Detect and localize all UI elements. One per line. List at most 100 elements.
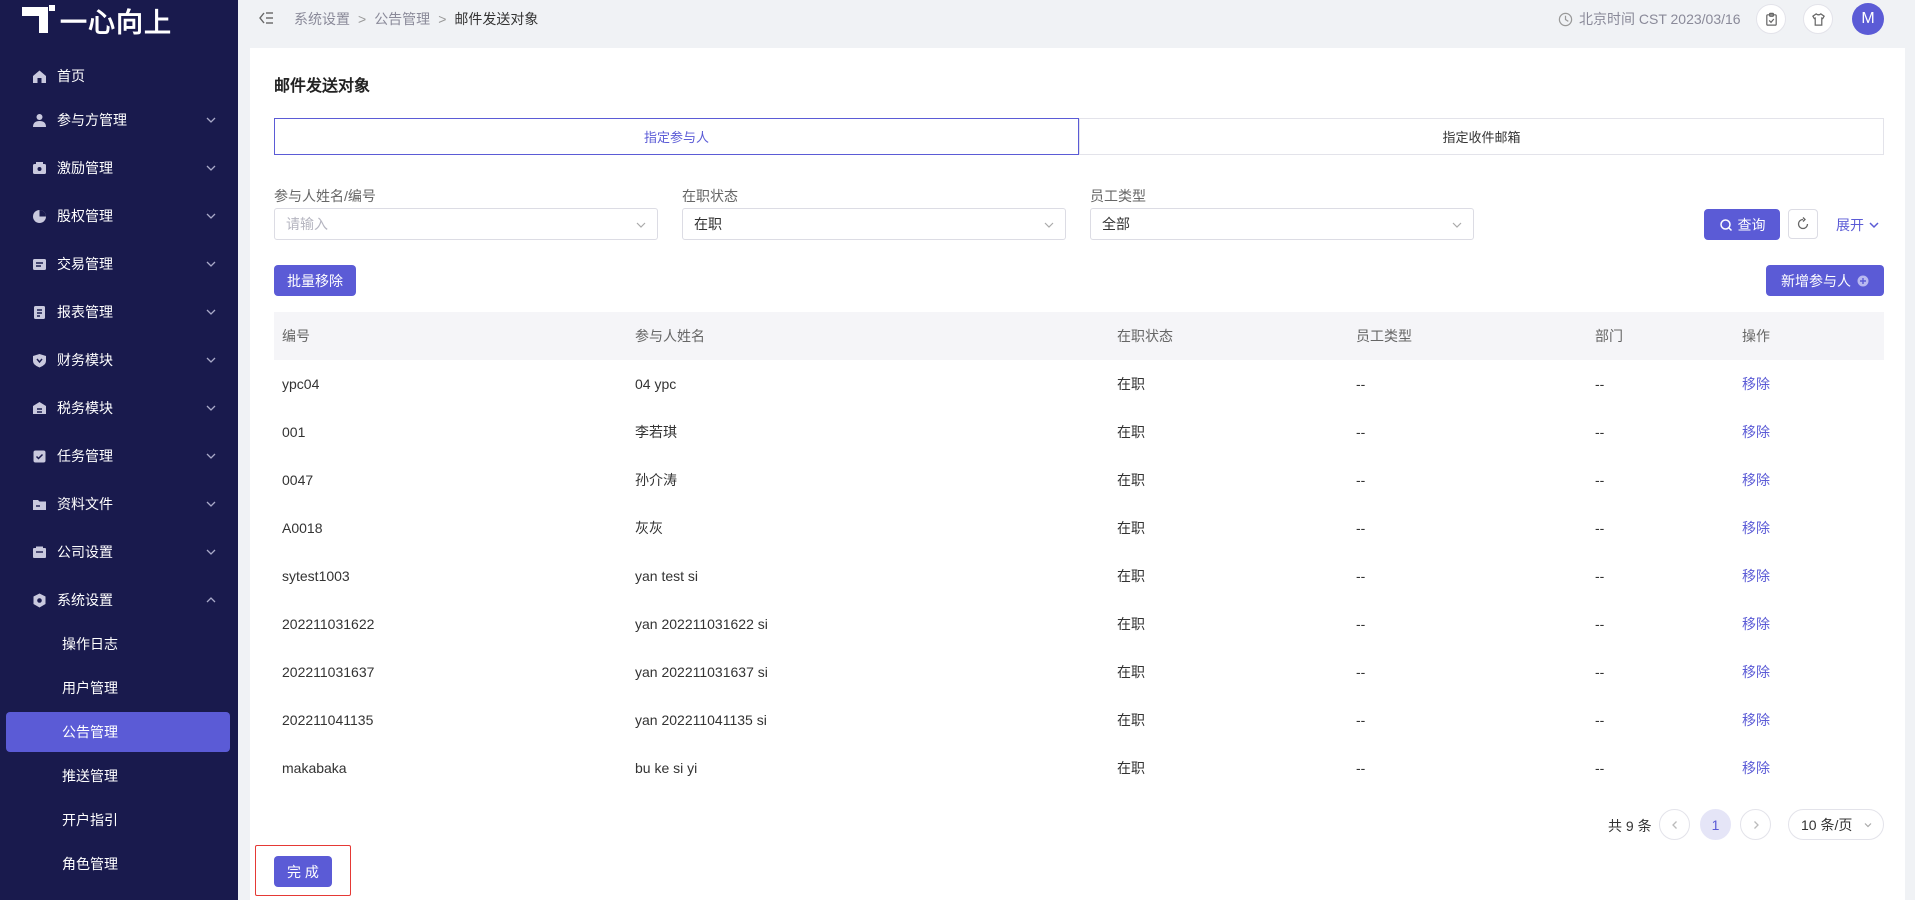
table-cell: 在职 bbox=[1117, 424, 1145, 440]
query-button[interactable]: 查询 bbox=[1704, 209, 1780, 240]
tab-specified-participants[interactable]: 指定参与人 bbox=[274, 118, 1079, 155]
logo-text: 一心向上 bbox=[60, 7, 172, 39]
chevron-right-icon bbox=[1753, 820, 1759, 829]
equity-icon bbox=[31, 208, 48, 225]
clipboard-button[interactable] bbox=[1756, 4, 1786, 34]
sidebar-item-2[interactable]: 激励管理 bbox=[0, 148, 238, 188]
page-number-current[interactable]: 1 bbox=[1700, 809, 1731, 840]
sidebar-item-label: 报表管理 bbox=[57, 304, 113, 320]
employee-type-select[interactable]: 全部 bbox=[1090, 208, 1474, 240]
query-button-label: 查询 bbox=[1737, 216, 1766, 233]
employee-type-value: 全部 bbox=[1102, 216, 1130, 232]
sidebar-item-label: 交易管理 bbox=[57, 256, 113, 272]
sidebar-item-6[interactable]: 财务模块 bbox=[0, 340, 238, 380]
table-cell: 李若琪 bbox=[635, 424, 677, 440]
next-page-button[interactable] bbox=[1740, 809, 1771, 840]
table-row: 202211041135 yan 202211041135 si 在职 -- -- 移除 bbox=[274, 696, 1884, 744]
remove-link[interactable]: 移除 bbox=[1734, 518, 1884, 538]
sidebar-item-10[interactable]: 公司设置 bbox=[0, 532, 238, 572]
sidebar-subitem-1[interactable]: 用户管理 bbox=[6, 668, 230, 708]
breadcrumb: 系统设置 > 公告管理 > 邮件发送对象 bbox=[294, 9, 538, 29]
collapse-menu-icon[interactable] bbox=[258, 10, 274, 26]
remove-link[interactable]: 移除 bbox=[1734, 758, 1884, 778]
sidebar-item-label: 财务模块 bbox=[57, 352, 113, 368]
table-cell: 在职 bbox=[1117, 712, 1145, 728]
remove-link[interactable]: 移除 bbox=[1734, 566, 1884, 586]
tab-specified-emails[interactable]: 指定收件邮箱 bbox=[1079, 118, 1884, 155]
page-size-value: 10 条/页 bbox=[1801, 816, 1853, 833]
sidebar-item-1[interactable]: 参与方管理 bbox=[0, 100, 238, 140]
sidebar-item-7[interactable]: 税务模块 bbox=[0, 388, 238, 428]
sidebar-subitem-2[interactable]: 公告管理 bbox=[6, 712, 230, 752]
table-cell: -- bbox=[1595, 568, 1605, 584]
chevron-down-icon bbox=[206, 549, 216, 555]
incentive-icon bbox=[31, 160, 48, 177]
remove-link[interactable]: 移除 bbox=[1734, 662, 1884, 682]
sidebar-item-label: 首页 bbox=[57, 68, 85, 84]
table-cell: -- bbox=[1356, 616, 1366, 632]
table-cell: -- bbox=[1595, 616, 1605, 632]
avatar[interactable]: M bbox=[1852, 3, 1884, 35]
sidebar-item-8[interactable]: 任务管理 bbox=[0, 436, 238, 476]
chevron-down-icon bbox=[206, 357, 216, 363]
table-cell: 001 bbox=[282, 424, 306, 440]
reset-button[interactable] bbox=[1788, 209, 1818, 239]
table-row: ypc04 04 ypc 在职 -- -- 移除 bbox=[274, 360, 1884, 408]
sidebar-item-11[interactable]: 系统设置 bbox=[0, 580, 238, 620]
table-cell: 202211031622 bbox=[282, 616, 375, 632]
batch-remove-button[interactable]: 批量移除 bbox=[274, 265, 356, 296]
sidebar-item-3[interactable]: 股权管理 bbox=[0, 196, 238, 236]
done-button[interactable]: 完 成 bbox=[274, 856, 332, 887]
remove-link[interactable]: 移除 bbox=[1734, 614, 1884, 634]
company-icon bbox=[31, 544, 48, 561]
table-cell: -- bbox=[1356, 760, 1366, 776]
sidebar-subitem-5[interactable]: 角色管理 bbox=[6, 844, 230, 884]
table-row: A0018 灰灰 在职 -- -- 移除 bbox=[274, 504, 1884, 552]
target-type-tabs: 指定参与人 指定收件邮箱 bbox=[274, 118, 1884, 155]
sidebar-subitem-0[interactable]: 操作日志 bbox=[6, 624, 230, 664]
sidebar-item-5[interactable]: 报表管理 bbox=[0, 292, 238, 332]
employment-status-select[interactable]: 在职 bbox=[682, 208, 1066, 240]
shirt-button[interactable] bbox=[1803, 4, 1833, 34]
add-participant-button[interactable]: 新增参与人 bbox=[1766, 265, 1884, 296]
breadcrumb-item-system[interactable]: 系统设置 bbox=[294, 9, 350, 29]
table-cell: ypc04 bbox=[282, 376, 320, 392]
chevron-down-icon bbox=[206, 405, 216, 411]
page-title: 邮件发送对象 bbox=[274, 78, 371, 95]
sidebar-subitem-4[interactable]: 开户指引 bbox=[6, 800, 230, 840]
table-cell: -- bbox=[1595, 712, 1605, 728]
filter-label-status: 在职状态 bbox=[682, 188, 738, 204]
tax-icon bbox=[31, 400, 48, 417]
remove-link[interactable]: 移除 bbox=[1734, 470, 1884, 490]
sidebar-item-label: 公司设置 bbox=[57, 544, 113, 560]
clipboard-icon bbox=[1765, 12, 1777, 26]
page-size-select[interactable]: 10 条/页 bbox=[1788, 809, 1884, 840]
participant-name-select[interactable]: 请输入 bbox=[274, 208, 658, 240]
table-cell: -- bbox=[1356, 424, 1366, 440]
remove-link[interactable]: 移除 bbox=[1734, 422, 1884, 442]
system-icon bbox=[31, 592, 48, 609]
table-cell: -- bbox=[1595, 472, 1605, 488]
participant-name-placeholder: 请输入 bbox=[286, 216, 328, 232]
table-cell: 202211041135 bbox=[282, 712, 374, 728]
filter-label-type: 员工类型 bbox=[1090, 188, 1146, 204]
breadcrumb-item-announcement[interactable]: 公告管理 bbox=[374, 9, 430, 29]
remove-link[interactable]: 移除 bbox=[1734, 374, 1884, 394]
chevron-down-icon bbox=[206, 501, 216, 507]
sidebar-item-9[interactable]: 资料文件 bbox=[0, 484, 238, 524]
chevron-down-icon bbox=[206, 309, 216, 315]
expand-filters-toggle[interactable]: 展开 bbox=[1836, 215, 1880, 235]
chevron-down-icon bbox=[636, 222, 646, 228]
table-cell: -- bbox=[1356, 376, 1366, 392]
sidebar-subitem-3[interactable]: 推送管理 bbox=[6, 756, 230, 796]
sidebar-item-4[interactable]: 交易管理 bbox=[0, 244, 238, 284]
table-row: sytest1003 yan test si 在职 -- -- 移除 bbox=[274, 552, 1884, 600]
table-cell: 在职 bbox=[1117, 568, 1145, 584]
plus-circle-icon bbox=[1857, 275, 1869, 286]
table-row: 202211031637 yan 202211031637 si 在职 -- -- 移除 bbox=[274, 648, 1884, 696]
remove-link[interactable]: 移除 bbox=[1734, 710, 1884, 730]
prev-page-button[interactable] bbox=[1659, 809, 1690, 840]
sidebar-item-0[interactable]: 首页 bbox=[0, 56, 238, 96]
clock: 北京时间 CST 2023/03/16 bbox=[1558, 9, 1741, 29]
clock-icon bbox=[1558, 12, 1573, 26]
